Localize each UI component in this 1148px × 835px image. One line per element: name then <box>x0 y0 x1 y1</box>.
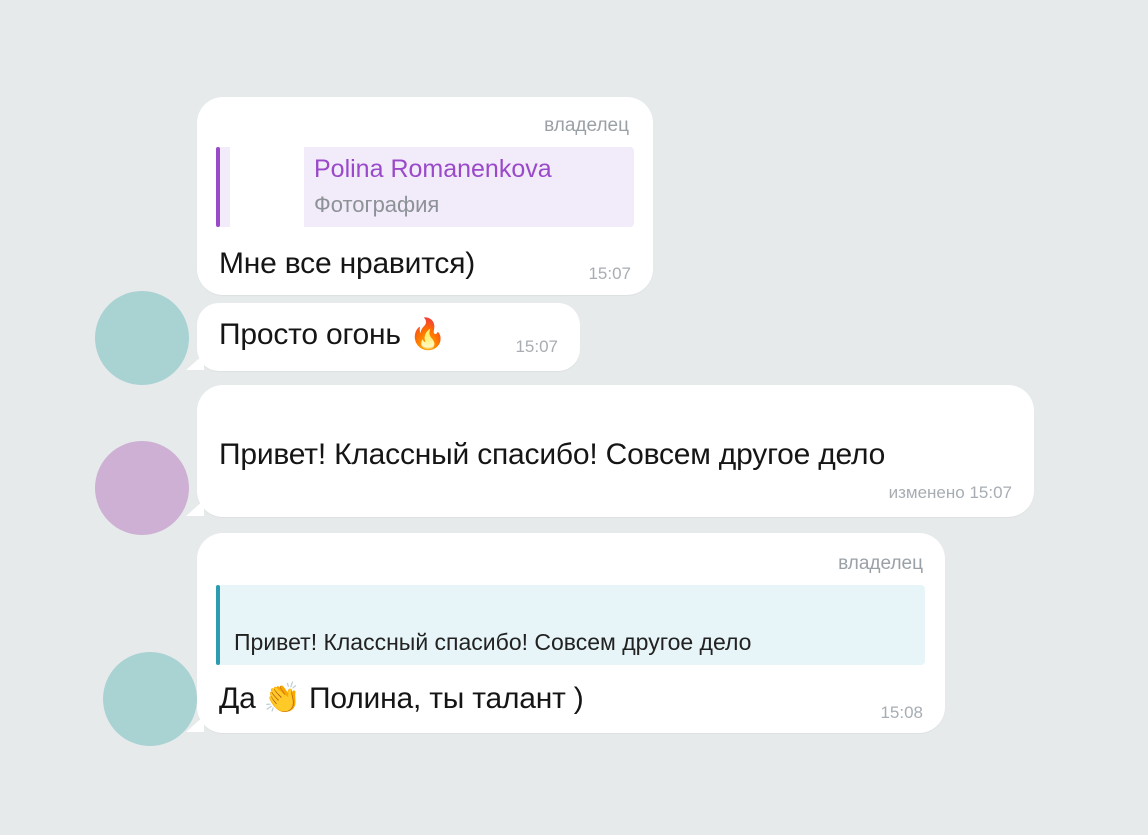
reply-text: Привет! Классный спасибо! Совсем другое … <box>234 629 752 655</box>
message-bubble[interactable]: Просто огонь 🔥 15:07 <box>197 303 580 371</box>
message-text: Да 👏 Полина, ты талант ) <box>219 681 584 716</box>
message-text: Мне все нравится) <box>219 247 476 280</box>
role-badge: владелец <box>838 553 923 574</box>
avatar[interactable] <box>95 291 189 385</box>
reply-accent-bar <box>216 585 220 665</box>
bubble-tail <box>186 716 204 732</box>
message-text: Просто огонь 🔥 <box>219 317 447 352</box>
reply-subtitle: Фотография <box>314 192 440 217</box>
message-bubble[interactable]: владелец Polina Romanenkova Фотография М… <box>197 97 653 295</box>
reply-preview[interactable]: Polina Romanenkova Фотография <box>216 147 634 227</box>
reply-preview[interactable]: Привет! Классный спасибо! Совсем другое … <box>216 585 925 665</box>
reply-accent-bar <box>216 147 220 227</box>
message-bubble[interactable]: владелец Привет! Классный спасибо! Совсе… <box>197 533 945 733</box>
message-time: 15:07 <box>515 337 558 356</box>
avatar[interactable] <box>95 441 189 535</box>
reply-author: Polina Romanenkova <box>314 155 552 183</box>
fire-emoji-icon: 🔥 <box>408 317 447 352</box>
avatar[interactable] <box>103 652 197 746</box>
photo-thumbnail <box>230 147 304 227</box>
bubble-tail <box>186 500 204 516</box>
message-time: 15:08 <box>880 703 923 722</box>
clapping-hands-emoji-icon: 👏 <box>263 681 301 716</box>
message-time: 15:07 <box>588 264 631 283</box>
role-badge: владелец <box>544 115 629 136</box>
message-text: Привет! Классный спасибо! Совсем другое … <box>219 438 886 471</box>
bubble-tail <box>186 354 204 370</box>
message-time: изменено 15:07 <box>888 483 1012 502</box>
message-bubble[interactable]: Привет! Классный спасибо! Совсем другое … <box>197 385 1034 517</box>
